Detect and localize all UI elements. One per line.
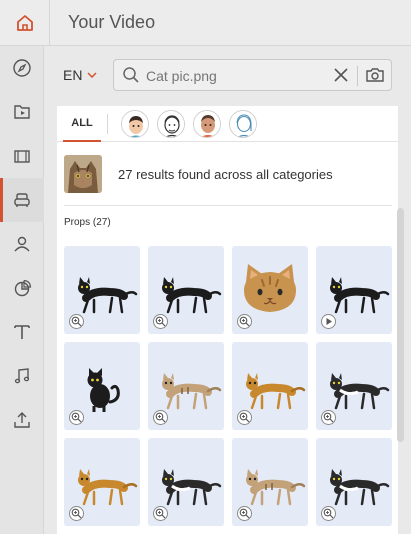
prop-item-orange-cat[interactable] bbox=[232, 342, 308, 430]
zoom-button[interactable] bbox=[237, 314, 252, 329]
zoom-icon bbox=[71, 316, 82, 327]
page-title: Your Video bbox=[68, 12, 156, 32]
cat-photo-image bbox=[64, 155, 102, 193]
prop-item-tabby-cat[interactable] bbox=[148, 342, 224, 430]
tab-avatar-bald[interactable] bbox=[193, 110, 221, 138]
tab-divider bbox=[107, 114, 108, 134]
character-icon bbox=[14, 236, 30, 252]
results-scrollbar[interactable] bbox=[397, 208, 404, 442]
prop-item-orange-cat[interactable] bbox=[64, 438, 140, 526]
top-header: Your Video bbox=[0, 0, 411, 46]
upload-icon bbox=[14, 412, 30, 428]
results-panel: ALL 27 results found across all categori… bbox=[57, 106, 398, 534]
prop-item-bw-cat[interactable] bbox=[148, 438, 224, 526]
tab-avatar-man[interactable] bbox=[121, 110, 149, 138]
zoom-button[interactable] bbox=[153, 410, 168, 425]
rail-music[interactable] bbox=[0, 354, 44, 398]
rail-upload[interactable] bbox=[0, 398, 44, 442]
prop-item-bw-cat[interactable] bbox=[316, 438, 392, 526]
language-selector[interactable]: EN bbox=[63, 67, 97, 83]
zoom-icon bbox=[155, 316, 166, 327]
zoom-button[interactable] bbox=[69, 506, 84, 521]
home-button[interactable] bbox=[0, 0, 50, 46]
zoom-icon bbox=[71, 412, 82, 423]
zoom-button[interactable] bbox=[321, 506, 336, 521]
home-icon bbox=[16, 15, 33, 31]
music-icon bbox=[14, 368, 30, 384]
props-icon bbox=[14, 193, 30, 207]
avatar-bald-icon bbox=[194, 111, 220, 137]
rail-text[interactable] bbox=[0, 310, 44, 354]
category-tabs: ALL bbox=[57, 106, 398, 142]
media-icon bbox=[14, 105, 30, 119]
zoom-icon bbox=[239, 412, 250, 423]
tab-all[interactable]: ALL bbox=[63, 106, 101, 142]
prop-item-cat-face[interactable] bbox=[232, 246, 308, 334]
avatar-woman-icon bbox=[230, 111, 256, 137]
rail-character[interactable] bbox=[0, 222, 44, 266]
zoom-button[interactable] bbox=[153, 506, 168, 521]
left-rail bbox=[0, 46, 44, 534]
prop-item-black-cat[interactable] bbox=[316, 246, 392, 334]
search-icon bbox=[123, 67, 139, 83]
prop-item-black-cat[interactable] bbox=[148, 246, 224, 334]
zoom-icon bbox=[323, 412, 334, 423]
tab-avatar-outline[interactable] bbox=[157, 110, 185, 138]
clear-search-button[interactable] bbox=[332, 66, 350, 84]
chart-icon bbox=[14, 279, 32, 297]
search-box bbox=[113, 59, 392, 91]
scene-icon bbox=[14, 150, 30, 163]
results-summary: 27 results found across all categories bbox=[118, 167, 333, 182]
prop-item-bw-cat[interactable] bbox=[316, 342, 392, 430]
zoom-icon bbox=[239, 508, 250, 519]
explore-icon bbox=[13, 59, 31, 77]
zoom-icon bbox=[239, 316, 250, 327]
zoom-button[interactable] bbox=[153, 314, 168, 329]
rail-scene[interactable] bbox=[0, 134, 44, 178]
language-label: EN bbox=[63, 67, 83, 83]
camera-search-button[interactable] bbox=[365, 66, 385, 84]
result-thumbnail[interactable] bbox=[64, 155, 102, 193]
prop-item-tabby-cat[interactable] bbox=[232, 438, 308, 526]
zoom-icon bbox=[71, 508, 82, 519]
rail-props[interactable] bbox=[0, 178, 44, 222]
prop-item-black-cat[interactable] bbox=[64, 246, 140, 334]
text-icon bbox=[14, 325, 30, 339]
avatar-outline-icon bbox=[158, 111, 184, 137]
zoom-button[interactable] bbox=[69, 410, 84, 425]
avatar-man-icon bbox=[122, 111, 148, 137]
search-input[interactable] bbox=[146, 66, 336, 86]
rail-chart[interactable] bbox=[0, 266, 44, 310]
zoom-button[interactable] bbox=[321, 410, 336, 425]
chevron-down-icon bbox=[87, 72, 97, 78]
tab-avatar-woman[interactable] bbox=[229, 110, 257, 138]
play-icon bbox=[326, 318, 332, 325]
search-divider bbox=[357, 66, 358, 86]
zoom-button[interactable] bbox=[237, 506, 252, 521]
rail-media[interactable] bbox=[0, 90, 44, 134]
zoom-button[interactable] bbox=[69, 314, 84, 329]
prop-item-black-cat-sitting[interactable] bbox=[64, 342, 140, 430]
preview-play-button[interactable] bbox=[321, 314, 336, 329]
rail-explore[interactable] bbox=[0, 46, 44, 90]
zoom-icon bbox=[155, 412, 166, 423]
zoom-button[interactable] bbox=[237, 410, 252, 425]
zoom-icon bbox=[323, 508, 334, 519]
section-title: Props (27) bbox=[64, 217, 111, 228]
results-divider bbox=[64, 205, 392, 206]
zoom-icon bbox=[155, 508, 166, 519]
